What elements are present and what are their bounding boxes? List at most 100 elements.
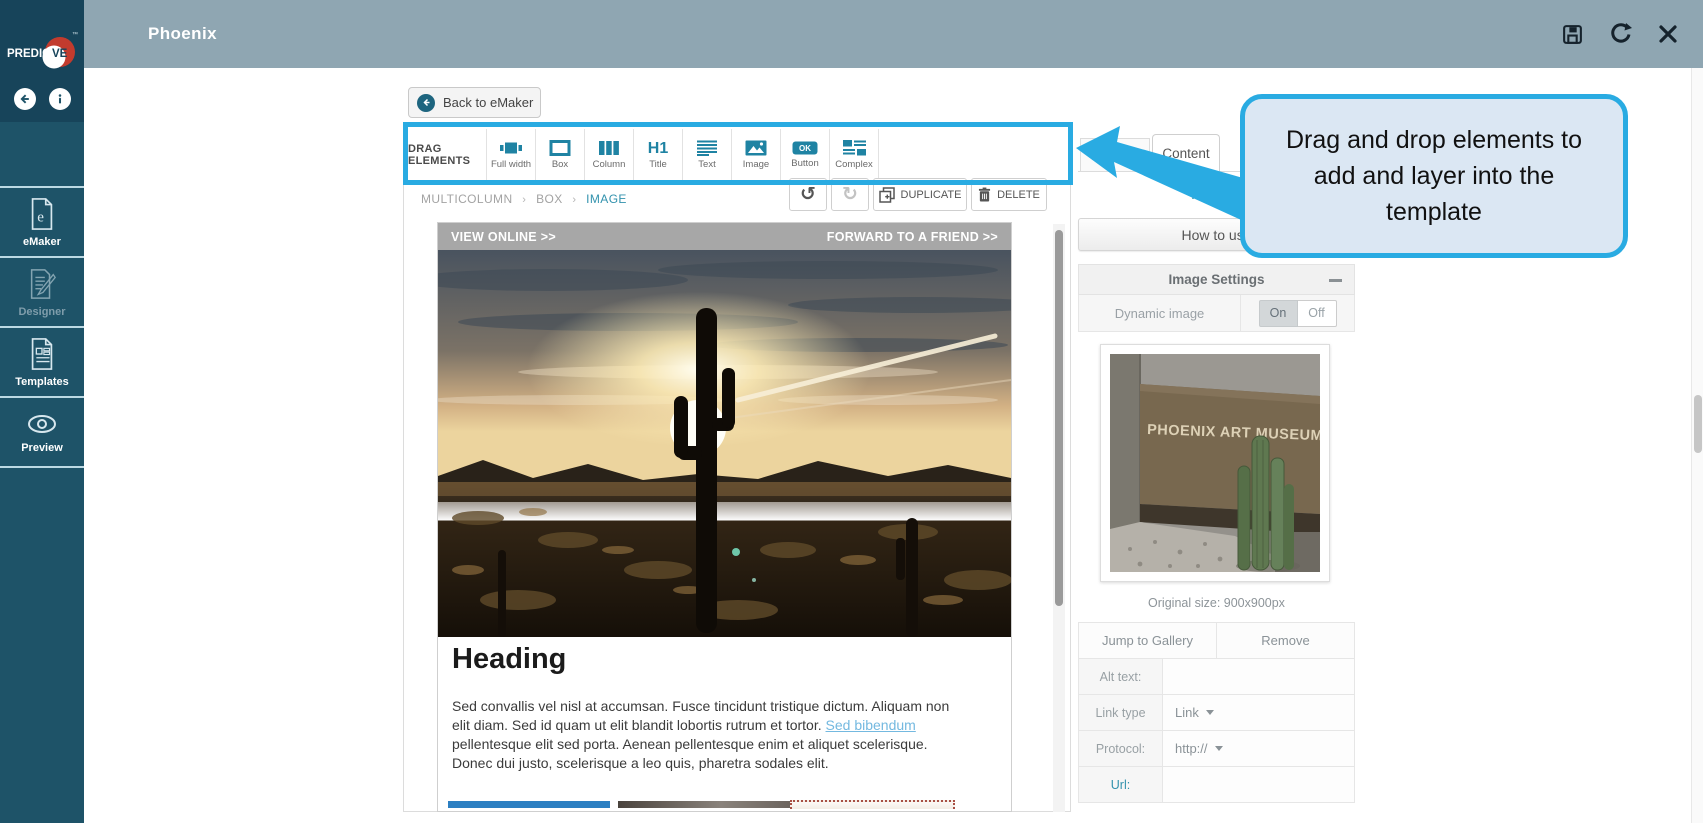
phoenix-art-museum-photo: PHOENIX ART MUSEUM xyxy=(1110,354,1320,572)
duplicate-icon xyxy=(878,186,895,203)
link-type-label: Link type xyxy=(1079,695,1163,730)
toggle-on-button[interactable]: On xyxy=(1258,299,1298,327)
view-online-link[interactable]: VIEW ONLINE >> xyxy=(451,230,556,244)
drag-elements-toolbar: DRAG ELEMENTS Full width Box Column H1 T… xyxy=(408,129,879,181)
sidebar: PREDICT VE ™ e eMaker Designer Templates… xyxy=(0,0,84,823)
email-header-bar: VIEW ONLINE >> FORWARD TO A FRIEND >> xyxy=(438,223,1011,250)
dynamic-image-row: Dynamic image On Off xyxy=(1078,295,1355,332)
element-column[interactable]: Column xyxy=(584,129,633,181)
breadcrumb-multicolumn[interactable]: MULTICOLUMN xyxy=(421,192,513,206)
close-icon[interactable] xyxy=(1655,21,1681,47)
collapse-minus-icon[interactable] xyxy=(1329,279,1342,282)
svg-text:OK: OK xyxy=(799,144,811,153)
forward-to-friend-link[interactable]: FORWARD TO A FRIEND >> xyxy=(827,230,998,244)
sidebar-item-preview[interactable]: Preview xyxy=(0,396,84,466)
delete-button[interactable]: DELETE xyxy=(971,178,1047,211)
url-input[interactable] xyxy=(1163,767,1354,802)
email-divider-block[interactable] xyxy=(448,801,610,808)
arrow-left-icon xyxy=(417,93,435,112)
redo-icon: ↻ xyxy=(842,183,858,205)
designer-document-icon xyxy=(30,268,56,299)
breadcrumb-image[interactable]: IMAGE xyxy=(586,192,627,206)
sidebar-item-emaker[interactable]: e eMaker xyxy=(0,186,84,256)
column-icon xyxy=(599,141,619,155)
templates-document-icon xyxy=(31,337,53,370)
protocol-label: Protocol: xyxy=(1079,731,1163,766)
tab-content[interactable]: Content xyxy=(1152,134,1220,172)
dynamic-image-label: Dynamic image xyxy=(1079,295,1241,331)
sidebar-item-designer[interactable]: Designer xyxy=(0,256,84,326)
sidebar-info-button[interactable] xyxy=(48,88,71,110)
page-scrollbar-thumb[interactable] xyxy=(1694,395,1702,453)
window-actions xyxy=(1559,21,1681,47)
svg-text:VE: VE xyxy=(52,48,68,60)
sidebar-back-button[interactable] xyxy=(13,88,36,110)
button-ok-icon: OK xyxy=(792,141,818,155)
email-hero-image[interactable] xyxy=(438,250,1011,637)
toggle-off-button[interactable]: Off xyxy=(1297,299,1337,327)
breadcrumb-box[interactable]: BOX xyxy=(536,192,563,206)
link-type-dropdown[interactable]: Link xyxy=(1163,695,1354,730)
element-complex[interactable]: Complex xyxy=(829,129,878,181)
tutorial-callout: Drag and drop elements to add and layer … xyxy=(1240,94,1628,258)
page-scrollbar xyxy=(1691,68,1703,823)
sidebar-item-templates[interactable]: Templates xyxy=(0,326,84,396)
callout-text: Drag and drop elements to add and layer … xyxy=(1285,126,1582,226)
chevron-right-icon: › xyxy=(572,194,577,206)
alt-text-row: Alt text: xyxy=(1078,659,1355,695)
element-full-width[interactable]: Full width xyxy=(486,129,535,181)
canvas-scrollbar xyxy=(1053,224,1065,812)
arrow-left-icon xyxy=(19,94,29,104)
protocol-dropdown[interactable]: http:// xyxy=(1163,731,1354,766)
duplicate-button[interactable]: DUPLICATE xyxy=(873,178,967,211)
element-image[interactable]: Image xyxy=(731,129,780,181)
back-to-emaker-button[interactable]: Back to eMaker xyxy=(408,87,541,118)
svg-text:PREDICT: PREDICT xyxy=(7,48,57,60)
protocol-row: Protocol: http:// xyxy=(1078,731,1355,767)
sidebar-nav: e eMaker Designer Templates Preview xyxy=(0,122,84,823)
original-size-caption: Original size: 900x900px xyxy=(1148,596,1285,610)
email-canvas: VIEW ONLINE >> FORWARD TO A FRIEND >> He… xyxy=(437,222,1012,812)
predictive-logo: PREDICT VE ™ xyxy=(4,30,80,78)
image-settings-header[interactable]: Image Settings xyxy=(1078,264,1355,295)
title-h1-icon: H1 xyxy=(647,139,669,157)
full-width-icon xyxy=(500,142,522,154)
info-icon xyxy=(58,94,61,104)
jump-to-gallery-button[interactable]: Jump to Gallery xyxy=(1079,623,1216,658)
email-image-block-edge[interactable] xyxy=(618,801,790,808)
email-text-block[interactable]: Sed convallis vel nisl at accumsan. Fusc… xyxy=(452,697,966,773)
remove-image-button[interactable]: Remove xyxy=(1216,623,1354,658)
caret-down-icon xyxy=(1205,710,1214,715)
complex-layout-icon xyxy=(842,140,866,156)
canvas-scrollbar-thumb[interactable] xyxy=(1055,230,1063,606)
image-thumbnail[interactable]: PHOENIX ART MUSEUM xyxy=(1100,344,1330,582)
refresh-icon[interactable] xyxy=(1607,21,1633,47)
element-box[interactable]: Box xyxy=(535,129,584,181)
save-icon[interactable] xyxy=(1559,21,1585,47)
undo-button[interactable]: ↺ xyxy=(789,178,827,211)
url-row: Url: xyxy=(1078,767,1355,803)
image-icon xyxy=(745,140,767,156)
element-title[interactable]: H1 Title xyxy=(633,129,682,181)
url-label: Url: xyxy=(1079,767,1163,802)
trademark-symbol: ™ xyxy=(72,32,78,38)
dynamic-image-toggle: On Off xyxy=(1241,295,1354,331)
email-placeholder-block[interactable] xyxy=(790,800,955,809)
alt-text-label: Alt text: xyxy=(1079,659,1163,694)
redo-button[interactable]: ↻ xyxy=(831,178,869,211)
undo-icon: ↺ xyxy=(800,183,816,205)
alt-text-input[interactable] xyxy=(1163,659,1354,694)
drag-elements-label: DRAG ELEMENTS xyxy=(408,143,471,167)
preview-eye-icon xyxy=(28,414,56,433)
chevron-right-icon: › xyxy=(522,194,527,206)
link-type-row: Link type Link xyxy=(1078,695,1355,731)
element-text[interactable]: Text xyxy=(682,129,731,181)
element-button[interactable]: OK Button xyxy=(780,129,829,181)
tab-defaults[interactable]: Defaults xyxy=(1080,138,1150,172)
email-heading-block[interactable]: Heading xyxy=(452,643,566,676)
body-text: pellentesque elit sed porta. Aenean pell… xyxy=(452,736,928,771)
trash-icon xyxy=(979,187,991,202)
text-lines-icon xyxy=(697,140,717,156)
body-inline-link[interactable]: Sed bibendum xyxy=(826,717,916,733)
